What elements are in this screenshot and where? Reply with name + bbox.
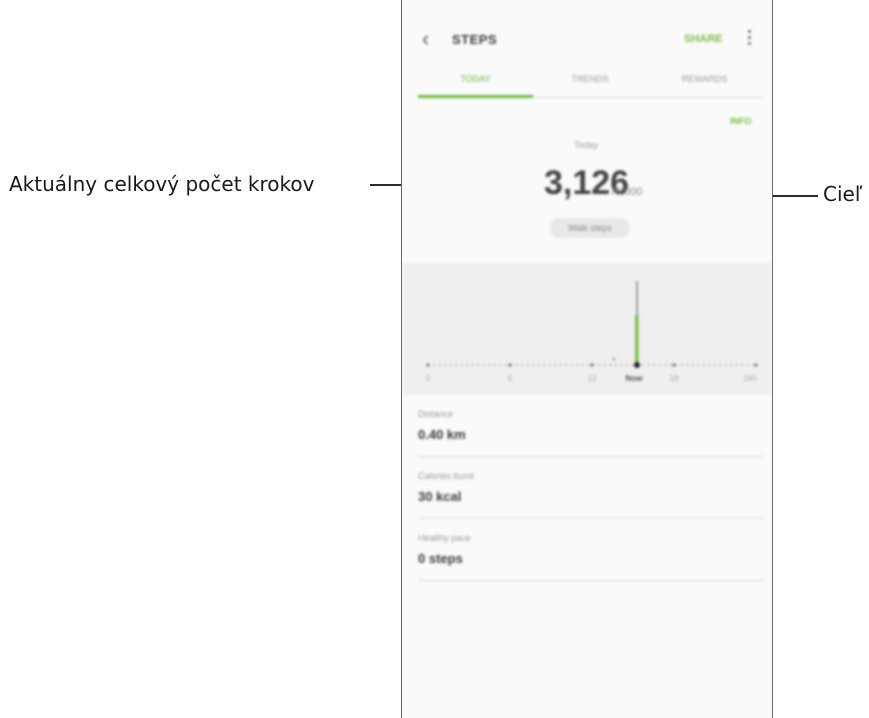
share-button[interactable]: SHARE — [684, 33, 723, 45]
tab-rewards[interactable]: REWARDS — [647, 66, 762, 97]
info-button[interactable]: INFO — [730, 116, 752, 126]
stat-label: Calories burnt — [418, 471, 475, 481]
activity-pill[interactable]: Walk steps — [550, 218, 630, 238]
stat-calories: Calories burnt 30 kcal — [418, 457, 764, 519]
stat-healthy-pace: Healthy pace 0 steps — [418, 519, 764, 581]
goal-text: /6,000 — [612, 186, 643, 198]
tick-dot-12 — [590, 363, 594, 367]
tab-trends[interactable]: TRENDS — [533, 66, 648, 97]
tab-bar: TODAY TRENDS REWARDS — [418, 66, 762, 98]
tick-dot-0 — [426, 363, 430, 367]
stat-label: Distance — [418, 409, 454, 419]
tab-today[interactable]: TODAY — [418, 66, 533, 98]
stat-value: 0 steps — [418, 551, 463, 566]
stat-value: 0.40 km — [418, 427, 466, 442]
tick-dot-18 — [672, 363, 676, 367]
today-label: Today — [574, 140, 599, 150]
back-icon[interactable]: ‹ — [422, 27, 446, 51]
steps-bar — [635, 315, 639, 365]
stat-distance: Distance 0.40 km — [418, 395, 764, 457]
stat-value: 30 kcal — [418, 489, 462, 504]
tick-dot-24 — [754, 363, 758, 367]
more-options-icon[interactable] — [744, 28, 754, 50]
x-tick-label-now: Now — [626, 374, 644, 383]
small-bar-dot — [612, 357, 616, 361]
steps-chart: 0 6 12 Now 18 24h — [402, 263, 772, 395]
phone-screen: ‹ STEPS SHARE TODAY TRENDS REWARDS INFO … — [401, 0, 773, 718]
x-tick-label: 18 — [670, 374, 679, 383]
x-tick-label: 24h — [743, 374, 756, 383]
x-tick-label: 6 — [508, 374, 513, 383]
x-tick-label: 0 — [426, 374, 431, 383]
x-tick-label: 12 — [588, 374, 597, 383]
now-dot — [634, 362, 640, 368]
stats-list: Distance 0.40 km Calories burnt 30 kcal … — [418, 395, 764, 581]
callout-goal: Cieľ — [823, 182, 863, 206]
stat-label: Healthy pace — [418, 533, 471, 543]
tick-dot-6 — [508, 363, 512, 367]
callout-current-steps: Aktuálny celkový počet krokov — [9, 172, 315, 196]
page-title: STEPS — [452, 32, 498, 47]
steps-chart-svg: 0 6 12 Now 18 24h — [426, 281, 758, 383]
